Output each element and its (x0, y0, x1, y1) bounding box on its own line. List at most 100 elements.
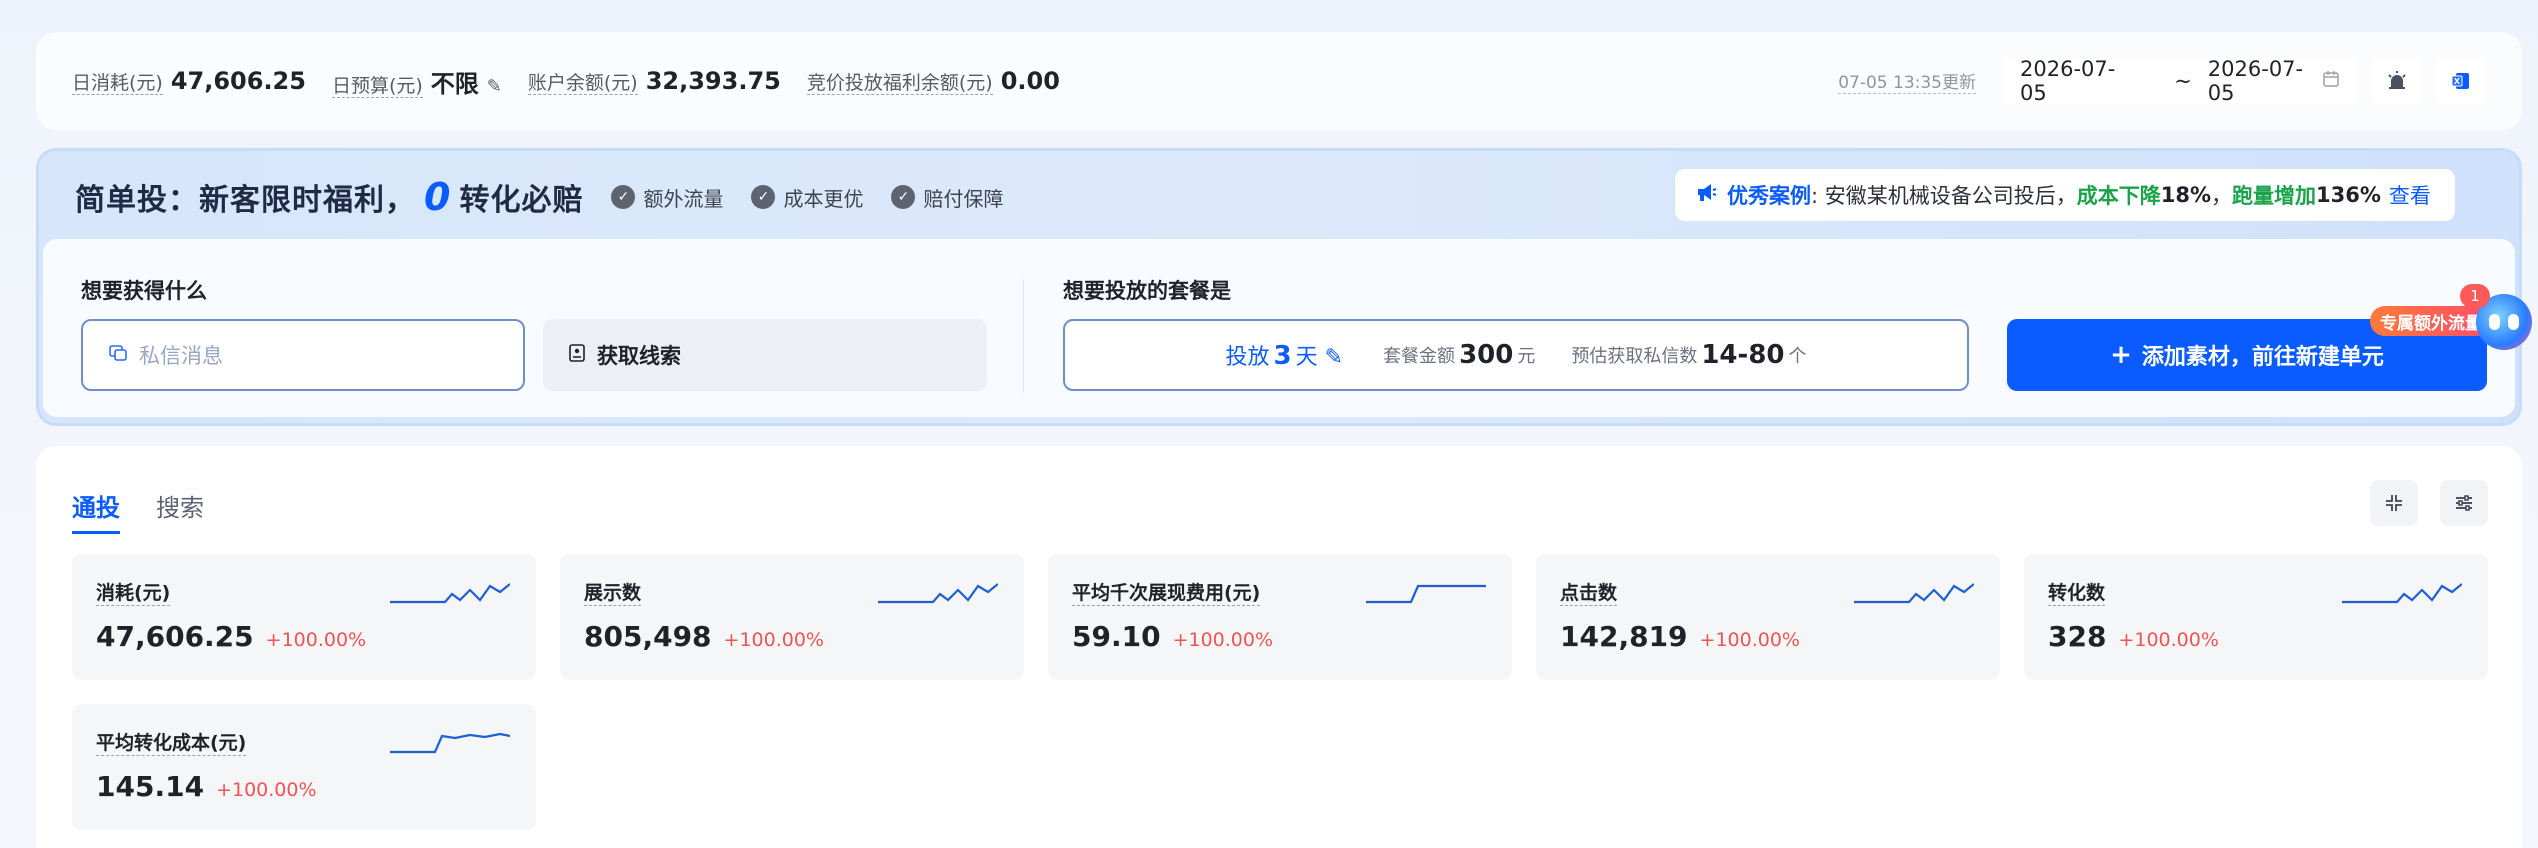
goal-private-message-option[interactable]: 私信消息 (81, 319, 525, 391)
metric-value: 142,819 +100.00% (1560, 620, 1800, 653)
bug-icon[interactable] (2372, 58, 2422, 104)
package-days[interactable]: 投放 3 天 ✎ (1226, 339, 1344, 371)
package-selector[interactable]: 投放 3 天 ✎ 套餐金额 300 元 预估获取私信数 14-80 个 (1063, 319, 1969, 391)
date-start[interactable]: 2026-07-05 (2020, 57, 2134, 105)
daily-cost-value: 47,606.25 (170, 67, 306, 95)
badge-compensation: ✓ 赔付保障 (891, 183, 1003, 212)
promo-config-body: 想要获得什么 私信消息 获取线索 想要投放的套餐是 投放 3 天 ✎ 套餐金额 30… (43, 239, 2515, 417)
metric-card-cost[interactable]: 消耗(元) 47,606.25 +100.00% (72, 554, 536, 680)
date-end[interactable]: 2026-07-05 (2208, 57, 2322, 105)
metric-value: 47,606.25 +100.00% (96, 620, 366, 653)
case-volume-label: 跑量增加 (2232, 184, 2317, 208)
message-icon (109, 344, 127, 367)
check-circle-icon: ✓ (751, 185, 776, 209)
sparkline (2342, 583, 2462, 604)
metric-value: 328 +100.00% (2048, 620, 2219, 653)
package-estimate-label: 预估获取私信数 (1571, 346, 1698, 367)
metric-number: 328 (2048, 620, 2107, 653)
daily-cost-stat: 日消耗(元) 47,606.25 (72, 67, 306, 95)
sparkline (390, 732, 510, 754)
plus-icon: + (2110, 340, 2132, 370)
metric-change: +100.00% (1699, 629, 1800, 651)
check-circle-icon: ✓ (891, 185, 916, 209)
metric-number: 805,498 (584, 620, 712, 653)
promo-title-suffix: 转化必赔 (459, 183, 584, 218)
balance-stat: 账户余额(元) 32,393.75 (527, 67, 781, 95)
sparkline (1366, 584, 1486, 604)
metric-change: +100.00% (723, 629, 824, 651)
calendar-icon (2322, 70, 2340, 93)
package-title: 想要投放的套餐是 (1063, 279, 1231, 303)
edit-budget-icon[interactable]: ✎ (487, 76, 502, 97)
welfare-balance-value: 0.00 (1000, 67, 1060, 95)
metric-card-cost-per-conversion[interactable]: 平均转化成本(元) 145.14 +100.00% (72, 704, 536, 830)
svg-text:X: X (2454, 77, 2461, 86)
sparkline (1854, 583, 1974, 604)
badge-better-cost: ✓ 成本更优 (751, 183, 863, 212)
notification-count-badge: 1 (2460, 284, 2490, 308)
metric-card-conversions[interactable]: 转化数 328 +100.00% (2024, 554, 2488, 680)
tab-search[interactable]: 搜索 (156, 488, 204, 534)
metric-card-cpm[interactable]: 平均千次展现费用(元) 59.10 +100.00% (1048, 554, 1512, 680)
promo-title-prefix: 简单投：新客限时福利， (75, 183, 416, 218)
goal-clue-label: 获取线索 (597, 344, 681, 368)
daily-budget-value: 不限 (430, 69, 479, 98)
goal-clue-option[interactable]: 获取线索 (543, 319, 987, 391)
metrics-panel: 通投 搜索 消耗(元) 47,606.25 +100.00% 展示数 805,49… (36, 446, 2522, 848)
package-amount-unit: 元 (1517, 346, 1536, 367)
package-estimate-unit: 个 (1788, 346, 1807, 367)
metric-value: 805,498 +100.00% (584, 620, 824, 653)
metric-label: 转化数 (2048, 578, 2106, 606)
metric-label: 平均千次展现费用(元) (1072, 578, 1261, 606)
balance-value: 32,393.75 (645, 67, 781, 95)
package-days-value: 3 (1273, 341, 1292, 371)
excellent-case-card: 优秀案例 : 安徽某机械设备公司投后， 成本下降 18% ， 跑量增加 136%… (1675, 169, 2455, 221)
case-volume-value: 136% (2316, 183, 2381, 207)
badge-label: 成本更优 (783, 186, 864, 211)
metric-label: 展示数 (584, 578, 642, 606)
tab-general[interactable]: 通投 (72, 488, 120, 534)
case-cost-value: 18% (2160, 183, 2212, 207)
metrics-tabs: 通投 搜索 (72, 488, 240, 534)
package-days-unit: 天 (1295, 345, 1318, 370)
metric-number: 47,606.25 (96, 620, 254, 653)
metric-card-impressions[interactable]: 展示数 805,498 +100.00% (560, 554, 1024, 680)
balance-label: 账户余额(元) (527, 72, 638, 95)
account-stats-bar: 日消耗(元) 47,606.25 日预算(元) 不限 ✎ 账户余额(元) 32,… (36, 32, 2522, 130)
goal-private-label: 私信消息 (139, 344, 223, 368)
date-separator: ~ (2174, 69, 2192, 93)
daily-cost-label: 日消耗(元) (72, 72, 163, 95)
date-range-picker[interactable]: 2026-07-05 ~ 2026-07-05 (2002, 57, 2358, 105)
settings-sliders-icon[interactable] (2440, 480, 2488, 526)
case-text: : 安徽某机械设备公司投后， (1811, 184, 2077, 208)
metric-label: 平均转化成本(元) (96, 728, 247, 756)
collapse-icon[interactable] (2370, 480, 2418, 526)
clue-form-icon (569, 343, 585, 367)
badge-label: 赔付保障 (923, 186, 1004, 211)
metric-card-clicks[interactable]: 点击数 142,819 +100.00% (1536, 554, 2000, 680)
metric-change: +100.00% (265, 629, 367, 651)
metric-value: 145.14 +100.00% (96, 770, 317, 803)
simple-launch-promo: 简单投：新客限时福利， 0 转化必赔 ✓ 额外流量 ✓ 成本更优 ✓ 赔付保障 优秀案例 … (36, 148, 2522, 426)
package-days-prefix: 投放 (1225, 345, 1270, 370)
case-comma: ， (2211, 184, 2233, 208)
package-amount-label: 套餐金额 (1383, 346, 1456, 367)
welfare-balance-stat: 竞价投放福利余额(元) 0.00 (806, 67, 1060, 95)
promo-title-zero: 0 (424, 175, 452, 219)
view-case-link[interactable]: 查看 (2389, 180, 2431, 210)
edit-icon: ✎ (1324, 345, 1344, 370)
check-circle-icon: ✓ (611, 185, 636, 209)
badge-extra-traffic: ✓ 额外流量 (611, 183, 723, 212)
topbar-right-group: 07-05 13:35更新 2026-07-05 ~ 2026-07-05 X (1838, 57, 2486, 105)
report-icon[interactable]: X (2436, 58, 2486, 104)
metric-change: +100.00% (2118, 629, 2219, 651)
exclusive-traffic-tag[interactable]: 专属额外流量 (2370, 306, 2492, 336)
package-estimate-value: 14-80 (1701, 340, 1785, 370)
metric-label: 消耗(元) (96, 578, 171, 606)
promo-title: 简单投：新客限时福利， 0 转化必赔 (75, 175, 583, 219)
create-unit-label: 添加素材，前往新建单元 (2141, 345, 2384, 370)
metric-number: 142,819 (1560, 620, 1688, 653)
metric-number: 145.14 (96, 770, 205, 803)
daily-budget-stat: 日预算(元) 不限 ✎ (331, 64, 502, 99)
sparkline (390, 583, 510, 604)
